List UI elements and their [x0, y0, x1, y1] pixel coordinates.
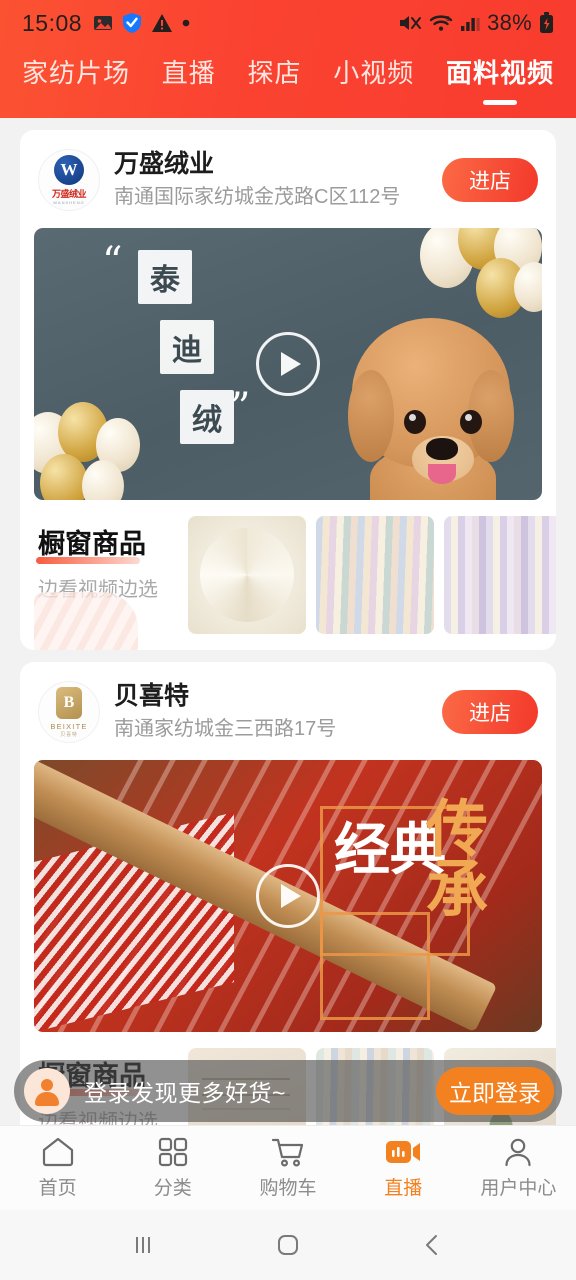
- live-video-icon: [384, 1136, 422, 1168]
- shop-logo-text: 万盛绒业: [51, 189, 87, 199]
- login-prompt-banner[interactable]: 登录发现更多好货~ 立即登录: [14, 1060, 562, 1122]
- battery-charging-icon: [539, 12, 554, 34]
- quote-close-icon: ”: [230, 385, 251, 431]
- shop-header-row[interactable]: W 万盛绒业 WANSHENG 万盛绒业 南通国际家纺城金茂路C区112号 进店: [20, 144, 556, 216]
- status-time: 15:08: [22, 9, 83, 36]
- play-button[interactable]: [256, 864, 320, 928]
- avatar: [24, 1068, 70, 1114]
- quote-open-icon: “: [102, 239, 123, 285]
- video-thumbnail[interactable]: 经典 传承: [34, 760, 542, 1032]
- enter-shop-button[interactable]: 进店: [442, 158, 538, 202]
- product-thumbnail[interactable]: [316, 516, 434, 634]
- shop-name: 万盛绒业: [114, 150, 215, 178]
- balloon-cluster-bottom: [34, 398, 170, 500]
- tab-xiaoshipin[interactable]: 小视频: [329, 52, 418, 94]
- shop-address: 南通家纺城金三西路17号: [114, 718, 337, 740]
- category-tab-bar[interactable]: 家纺片场 直播 探店 小视频 面料视频: [0, 46, 576, 118]
- shop-address: 南通国际家纺城金茂路C区112号: [114, 186, 401, 208]
- signal-icon: [460, 13, 480, 33]
- shield-check-icon: [122, 12, 142, 34]
- cart-icon: [270, 1136, 306, 1168]
- enter-shop-button[interactable]: 进店: [442, 690, 538, 734]
- caption-text-heritage: 传承: [415, 796, 488, 916]
- play-triangle-icon: [281, 352, 301, 376]
- app-header: 15:08 6 38% 家纺片场 直播 探店 小视频 面料视频: [0, 0, 576, 118]
- wifi-icon: 6: [429, 13, 453, 33]
- shop-logo-mark: B: [56, 686, 82, 719]
- login-button[interactable]: 立即登录: [436, 1067, 554, 1115]
- recents-button[interactable]: [113, 1223, 173, 1267]
- tab-zhibo[interactable]: 直播: [158, 52, 220, 94]
- system-navigation-bar[interactable]: [0, 1210, 576, 1280]
- dog-illustration: [338, 296, 524, 500]
- caption-char-1: 泰: [138, 250, 192, 304]
- tab-label: 小视频: [333, 58, 415, 88]
- shop-logo-subtext: 贝喜特: [60, 731, 78, 738]
- shop-logo: B BEIXITE 贝喜特: [38, 681, 100, 743]
- tab-label: 家纺片场: [22, 58, 131, 88]
- caption-frame: [320, 912, 430, 1020]
- showcase-product-list[interactable]: [188, 516, 556, 634]
- tab-label: 面料视频: [445, 58, 554, 88]
- status-left-icons: [93, 12, 190, 34]
- tab-label: 探店: [247, 58, 302, 88]
- shop-video-card[interactable]: B BEIXITE 贝喜特 贝喜特 南通家纺城金三西路17号 进店 经典 传承: [20, 662, 556, 1125]
- warning-triangle-icon: [151, 13, 173, 33]
- user-icon: [502, 1136, 534, 1168]
- shop-logo: W 万盛绒业 WANSHENG: [38, 149, 100, 211]
- shop-header-row[interactable]: B BEIXITE 贝喜特 贝喜特 南通家纺城金三西路17号 进店: [20, 676, 556, 748]
- play-button[interactable]: [256, 332, 320, 396]
- nav-label: 购物车: [259, 1178, 317, 1199]
- battery-percent-label: 38%: [487, 10, 532, 35]
- video-thumbnail[interactable]: “ 泰 迪 绒 ”: [34, 228, 542, 500]
- svg-text:6: 6: [446, 16, 450, 23]
- showcase-heading-block: 橱窗商品 边看视频边选: [34, 516, 188, 650]
- dot-icon: [182, 19, 190, 27]
- product-thumbnail[interactable]: [444, 516, 556, 634]
- mute-icon: [398, 13, 422, 33]
- tab-mianliao-shipin[interactable]: 面料视频: [442, 52, 558, 105]
- play-triangle-icon: [281, 884, 301, 908]
- login-prompt-text: 登录发现更多好货~: [84, 1080, 286, 1106]
- shop-logo-mark: W: [54, 155, 84, 185]
- tab-underline: [482, 100, 517, 105]
- shop-info: 万盛绒业 南通国际家纺城金茂路C区112号: [114, 148, 442, 212]
- nav-label: 直播: [384, 1178, 423, 1199]
- decorative-ribbon: [34, 592, 138, 650]
- tab-label: 直播: [161, 58, 216, 88]
- shop-logo-text: BEIXITE: [50, 721, 88, 731]
- back-button[interactable]: [403, 1223, 463, 1267]
- nav-item-categories[interactable]: 分类: [115, 1136, 230, 1200]
- status-bar: 15:08 6 38%: [0, 0, 576, 46]
- shop-name: 贝喜特: [114, 682, 190, 710]
- home-button[interactable]: [258, 1223, 318, 1267]
- nav-label: 用户中心: [480, 1178, 557, 1199]
- nav-label: 分类: [153, 1178, 192, 1199]
- tab-jiafang-pianchang[interactable]: 家纺片场: [18, 52, 134, 94]
- showcase-title: 橱窗商品: [36, 522, 146, 564]
- nav-item-live[interactable]: 直播: [346, 1136, 461, 1200]
- home-icon: [41, 1136, 75, 1168]
- showcase-section[interactable]: 橱窗商品 边看视频边选: [20, 500, 556, 650]
- video-feed-list[interactable]: W 万盛绒业 WANSHENG 万盛绒业 南通国际家纺城金茂路C区112号 进店: [0, 118, 576, 1125]
- shop-logo-subtext: WANSHENG: [53, 200, 85, 205]
- shop-info: 贝喜特 南通家纺城金三西路17号: [114, 680, 442, 744]
- nav-item-user-center[interactable]: 用户中心: [461, 1136, 576, 1200]
- product-thumbnail[interactable]: [188, 516, 306, 634]
- nav-item-home[interactable]: 首页: [0, 1136, 115, 1200]
- tab-tandian[interactable]: 探店: [243, 52, 305, 94]
- grid-icon: [157, 1136, 189, 1168]
- status-right-icons: 6 38%: [398, 10, 554, 36]
- shop-video-card[interactable]: W 万盛绒业 WANSHENG 万盛绒业 南通国际家纺城金茂路C区112号 进店: [20, 130, 556, 650]
- image-icon: [93, 13, 113, 33]
- caption-char-3: 绒: [180, 390, 234, 444]
- nav-item-cart[interactable]: 购物车: [230, 1136, 345, 1200]
- nav-label: 首页: [38, 1178, 77, 1199]
- user-avatar-icon: [34, 1078, 60, 1106]
- caption-char-2: 迪: [160, 320, 214, 374]
- bottom-navigation-bar[interactable]: 首页 分类 购物车 直播 用户中心: [0, 1125, 576, 1210]
- app-screen: 15:08 6 38% 家纺片场 直播 探店 小视频 面料视频 W 万盛绒业 W…: [0, 0, 576, 1280]
